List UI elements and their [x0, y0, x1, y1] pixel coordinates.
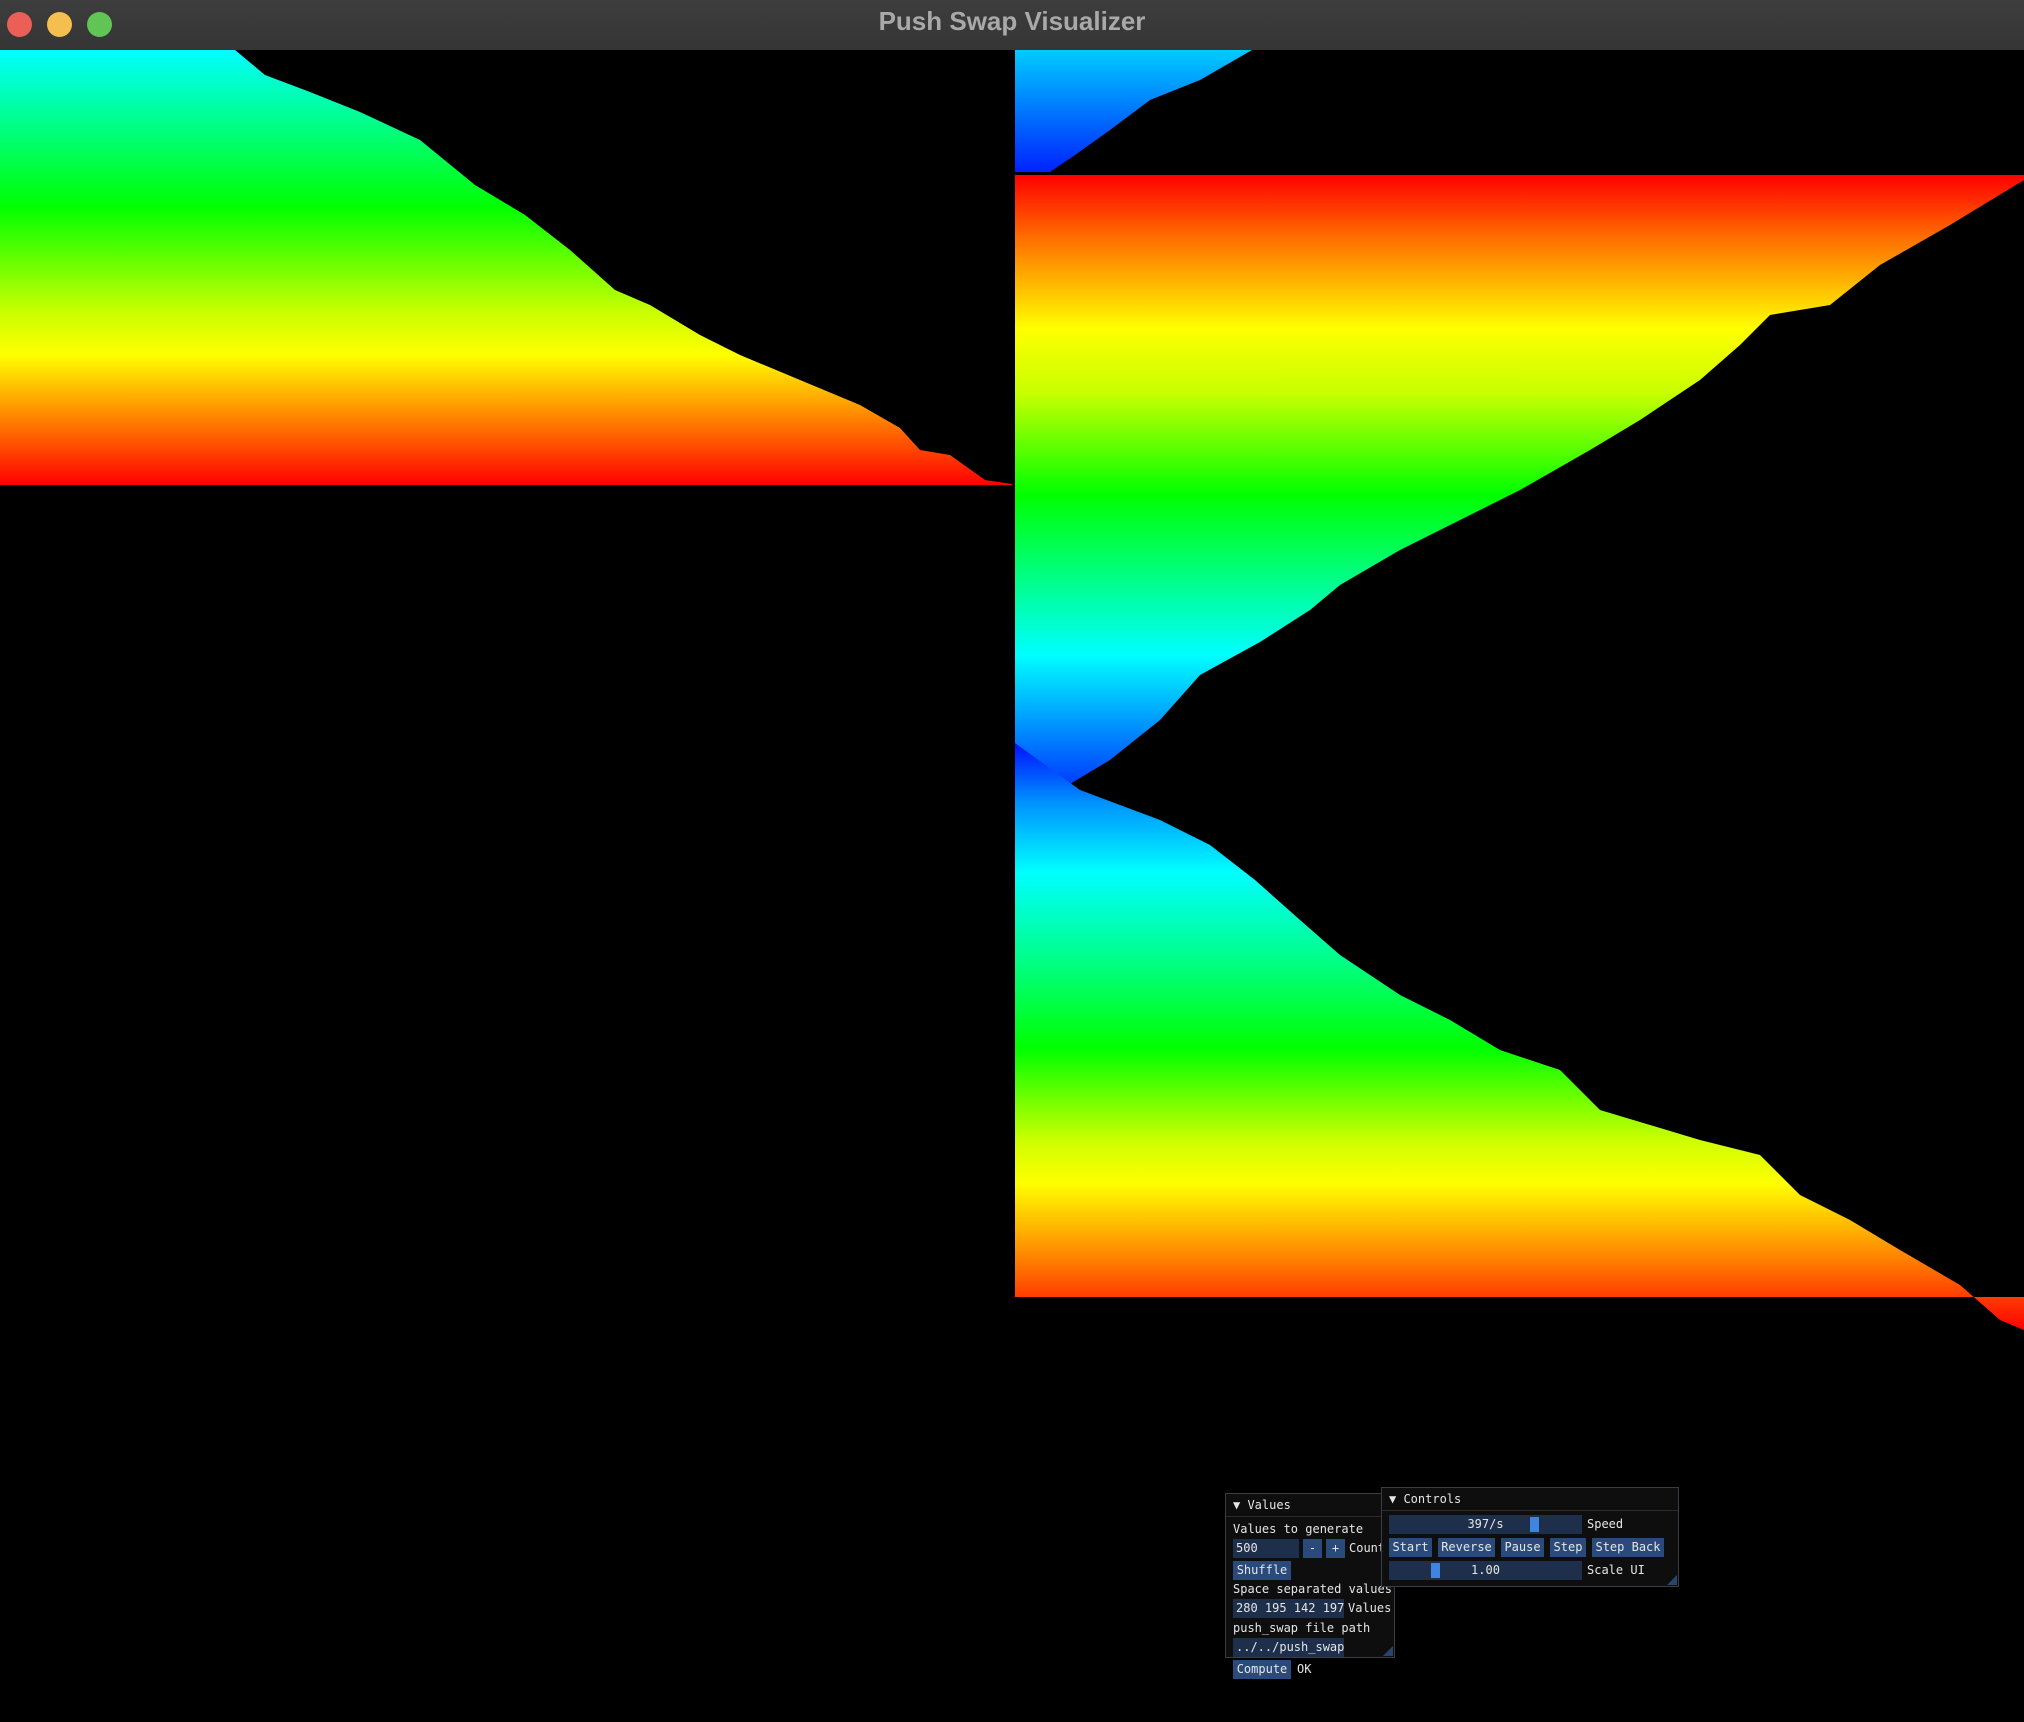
space-separated-values-label: Space separated values: [1233, 1582, 1392, 1596]
speed-label: Speed: [1587, 1517, 1624, 1531]
file-path-label: push_swap file path: [1233, 1621, 1371, 1635]
stack-b-bottom-bars: [1015, 743, 2024, 1330]
speed-value: 397/s: [1467, 1517, 1504, 1531]
resize-grip[interactable]: [1383, 1646, 1393, 1656]
compute-button[interactable]: Compute: [1233, 1660, 1291, 1679]
step-button[interactable]: Step: [1550, 1538, 1586, 1557]
reverse-button[interactable]: Reverse: [1438, 1538, 1495, 1557]
increment-count-button[interactable]: +: [1326, 1539, 1345, 1558]
resize-grip[interactable]: [1667, 1575, 1677, 1585]
decrement-count-button[interactable]: -: [1303, 1539, 1322, 1558]
controls-panel-title[interactable]: ▼ Controls: [1382, 1488, 1678, 1511]
start-button[interactable]: Start: [1389, 1538, 1432, 1557]
file-path-input[interactable]: ../../push_swap: [1233, 1638, 1344, 1657]
speed-slider[interactable]: 397/s: [1389, 1515, 1582, 1534]
shuffle-button[interactable]: Shuffle: [1233, 1561, 1291, 1580]
visualizer-canvas: ▼ Values Values to generate 500 - + Coun…: [0, 50, 2024, 1722]
count-label: Count: [1349, 1541, 1386, 1555]
values-panel: ▼ Values Values to generate 500 - + Coun…: [1225, 1493, 1395, 1679]
scale-value: 1.00: [1471, 1563, 1500, 1577]
pause-button[interactable]: Pause: [1501, 1538, 1544, 1557]
count-input[interactable]: 500: [1233, 1539, 1299, 1558]
stacks-visualization: [0, 50, 2024, 1330]
values-label: Values: [1348, 1601, 1392, 1615]
stack-a-bars: [0, 50, 1012, 485]
values-panel-title[interactable]: ▼ Values: [1226, 1494, 1394, 1517]
scale-ui-label: Scale UI: [1587, 1563, 1645, 1577]
window-titlebar: Push Swap Visualizer: [0, 0, 2024, 51]
stack-b-top-bars: [1015, 50, 1252, 172]
step-back-button[interactable]: Step Back: [1592, 1538, 1664, 1557]
values-input[interactable]: 280 195 142 197: [1233, 1599, 1344, 1618]
window-title: Push Swap Visualizer: [878, 6, 1146, 36]
values-to-generate-label: Values to generate: [1233, 1522, 1364, 1536]
scale-ui-slider[interactable]: 1.00: [1389, 1561, 1582, 1580]
controls-panel: ▼ Controls 397/s Speed Start Reverse Pau…: [1381, 1487, 1679, 1587]
stack-b-middle-bars: [1015, 175, 2024, 815]
compute-status: OK: [1297, 1662, 1312, 1676]
